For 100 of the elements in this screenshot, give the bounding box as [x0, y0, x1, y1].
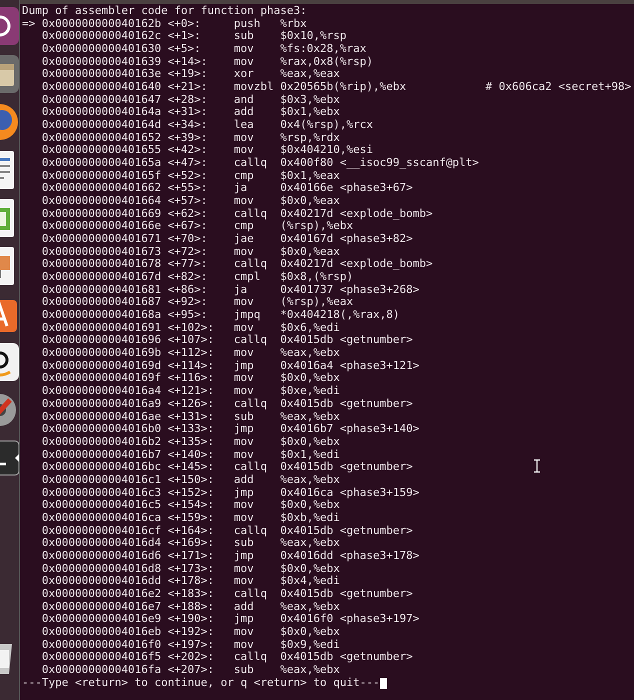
instruction-offset: <+154>:: [168, 499, 214, 512]
instruction-operands: $0x9,%edi: [280, 638, 340, 652]
instruction-operands: 0x4016dd <phase3+178>: [280, 550, 420, 563]
instruction-offset: <+55>:: [168, 182, 208, 196]
instruction-address: 0x00000000004016c5: [42, 499, 162, 512]
instruction-address: 0x0000000000401662: [42, 182, 162, 196]
instruction-operands: $0x0,%ebx: [280, 626, 340, 639]
instruction-offset: <+140>:: [168, 448, 214, 462]
instruction-offset: <+31>:: [168, 106, 208, 120]
instruction-address: 0x00000000004016e9: [42, 613, 162, 626]
instruction-address: 0x00000000004016fa: [42, 664, 162, 677]
instruction-operands: $0x3,%ebx: [280, 94, 340, 106]
instruction-offset: <+126>:: [168, 398, 214, 411]
instruction-offset: <+19>:: [168, 68, 208, 82]
instruction-address: 0x00000000004016cf: [42, 524, 162, 538]
instruction-address: 0x0000000000401678: [42, 258, 162, 272]
instruction-offset: <+159>:: [168, 512, 214, 525]
instruction-operands: 0x4015db <getnumber>: [280, 461, 413, 474]
instruction-offset: <+192>:: [168, 626, 214, 639]
instruction-mnemonic: mov: [234, 132, 254, 144]
instruction-mnemonic: mov: [234, 448, 254, 462]
instruction-offset: <+133>:: [168, 423, 214, 436]
instruction-address: 0x0000000000401639: [42, 56, 162, 68]
instruction-offset: <+92>:: [168, 296, 208, 310]
instruction-operands: $0xb,%edi: [280, 512, 340, 525]
instruction-address: 0x000000000040164d: [42, 119, 162, 132]
instruction-operands: %eax,%ebx: [280, 664, 340, 677]
instruction-address: 0x0000000000401696: [42, 334, 162, 348]
instruction-offset: <+67>:: [168, 220, 208, 234]
instruction-mnemonic: mov: [234, 296, 254, 310]
instruction-offset: <+169>:: [168, 537, 214, 550]
instruction-operands: %eax,%ebx: [280, 347, 340, 360]
instruction-operands: 0x40167d <phase3+82>: [280, 233, 413, 246]
instruction-mnemonic: sub: [234, 664, 254, 677]
text-cursor-icon: [533, 459, 541, 473]
instruction-operands: $0x0,%ebx: [280, 372, 340, 386]
instruction-address: 0x00000000004016a9: [42, 398, 162, 411]
instruction-mnemonic: ja: [234, 284, 248, 296]
instruction-address: 0x0000000000401640: [42, 81, 162, 94]
instruction-mnemonic: mov: [234, 638, 254, 652]
instruction-mnemonic: push: [234, 18, 260, 30]
instruction-address: 0x0000000000401655: [42, 144, 162, 158]
instruction-offset: <+14>:: [168, 56, 208, 68]
instruction-address: 0x0000000000401664: [42, 195, 162, 208]
instruction-address: 0x00000000004016e7: [42, 600, 162, 614]
instruction-mnemonic: mov: [234, 372, 254, 386]
instruction-offset: <+102>:: [168, 322, 214, 334]
instruction-address: 0x00000000004016d4: [42, 537, 162, 550]
instruction-address: 0x00000000004016d8: [42, 562, 162, 576]
instruction-address: 0x000000000040162b: [42, 18, 162, 30]
instruction-offset: <+152>:: [168, 486, 214, 500]
instruction-mnemonic: jmp: [234, 423, 254, 436]
instruction-address: 0x0000000000401652: [42, 132, 162, 144]
instruction-mnemonic: cmpl: [234, 271, 260, 284]
instruction-mnemonic: sub: [234, 30, 254, 44]
instruction-address: 0x0000000000401647: [42, 94, 162, 106]
instruction-offset: <+28>:: [168, 94, 208, 106]
instruction-comment: # 0x606ca2 <secret+98>: [486, 81, 632, 94]
instruction-operands: 0x4016ca <phase3+159>: [280, 486, 420, 500]
instruction-operands: $0x8,(%rsp): [280, 271, 354, 284]
pager-prompt: ---Type <return> to continue, or q <return> to quit---: [22, 676, 380, 690]
instruction-mnemonic: mov: [234, 56, 254, 68]
instruction-address: 0x00000000004016f0: [42, 638, 162, 652]
instruction-operands: 0x4016b7 <phase3+140>: [280, 423, 420, 436]
instruction-operands: $0x10,%rsp: [280, 30, 346, 44]
instruction-mnemonic: mov: [234, 43, 254, 56]
instruction-offset: <+183>:: [168, 588, 214, 601]
instruction-mnemonic: add: [234, 600, 254, 614]
instruction-offset: <+171>:: [168, 550, 214, 563]
instruction-address: 0x00000000004016b2: [42, 436, 162, 449]
instruction-offset: <+42>:: [168, 144, 208, 158]
instruction-operands: 0x4016a4 <phase3+121>: [280, 360, 420, 372]
instruction-mnemonic: mov: [234, 499, 254, 512]
instruction-mnemonic: sub: [234, 537, 254, 550]
instruction-operands: $0x1,%eax: [280, 170, 340, 182]
instruction-offset: <+178>:: [168, 575, 214, 588]
instruction-mnemonic: mov: [234, 322, 254, 334]
instruction-mnemonic: mov: [234, 195, 254, 208]
instruction-offset: <+131>:: [168, 410, 214, 424]
instruction-address: 0x00000000004016f5: [42, 651, 162, 664]
instruction-operands: $0xe,%edi: [280, 385, 340, 398]
instruction-address: 0x000000000040164a: [42, 106, 162, 120]
instruction-address: 0x0000000000401669: [42, 208, 162, 220]
instruction-mnemonic: jmpq: [234, 309, 260, 322]
instruction-operands: 0x40217d <explode_bomb>: [280, 258, 433, 272]
instruction-mnemonic: callq: [234, 208, 268, 220]
instruction-address: 0x00000000004016c1: [42, 474, 162, 487]
instruction-operands: $0x0,%ebx: [280, 499, 340, 512]
instruction-address: 0x00000000004016b0: [42, 423, 162, 436]
instruction-offset: <+57>:: [168, 195, 208, 208]
instruction-offset: <+0>:: [168, 18, 201, 30]
instruction-mnemonic: callq: [234, 398, 268, 411]
instruction-mnemonic: mov: [234, 347, 254, 360]
instruction-operands: 0x4(%rsp),%rcx: [280, 119, 373, 132]
instruction-mnemonic: callq: [234, 258, 268, 272]
instruction-operands: %eax,%ebx: [280, 410, 340, 424]
instruction-offset: <+135>:: [168, 436, 214, 449]
instruction-mnemonic: add: [234, 474, 254, 487]
instruction-offset: <+86>:: [168, 284, 208, 296]
instruction-address: 0x000000000040165f: [42, 170, 162, 182]
